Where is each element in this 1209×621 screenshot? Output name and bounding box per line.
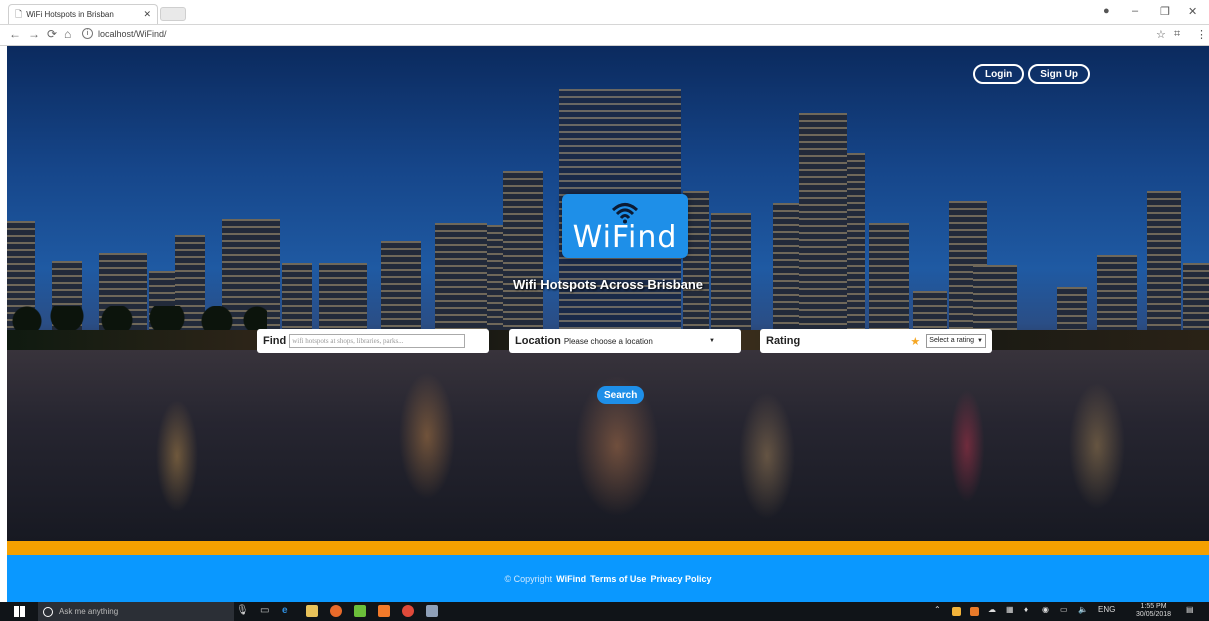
river-reflection (7, 346, 1209, 541)
tab-title: WiFi Hotspots in Brisban (26, 10, 114, 19)
cortana-icon (43, 606, 53, 617)
info-icon[interactable]: i (82, 28, 93, 39)
edge-icon[interactable]: e (282, 605, 288, 616)
skyline-building (319, 263, 367, 331)
menu-icon[interactable]: ⋮ (1196, 28, 1207, 41)
tray-app-icon[interactable]: ♦ (1024, 605, 1028, 614)
browser-tabstrip: 🗋 WiFi Hotspots in Brisban ✕ ● – ❐ ✕ (0, 0, 1209, 25)
browser-tab[interactable]: 🗋 WiFi Hotspots in Brisban ✕ (8, 4, 158, 24)
location-label: Location (515, 335, 561, 347)
rating-select[interactable]: Select a rating ▼ (926, 334, 986, 348)
language-indicator[interactable]: ENG (1098, 605, 1115, 614)
chrome-icon[interactable] (402, 605, 414, 617)
privacy-link[interactable]: Privacy Policy (650, 574, 711, 584)
skyline-building (1057, 287, 1087, 331)
close-tab-icon[interactable]: ✕ (143, 9, 151, 20)
location-panel: Location Please choose a location ▼ (509, 329, 741, 353)
new-tab-button[interactable] (160, 7, 186, 21)
app-icon[interactable] (426, 605, 438, 617)
file-explorer-icon[interactable] (306, 605, 318, 617)
chevron-down-icon: ▼ (709, 338, 715, 344)
signup-button[interactable]: Sign Up (1028, 64, 1090, 84)
skyline-tower (799, 113, 847, 331)
microphone-icon[interactable]: 🎙 (236, 605, 249, 616)
people-icon[interactable]: ⌃ (934, 605, 941, 614)
hero-banner: Login Sign Up WiFind Wifi Hotspots Acros… (7, 46, 1209, 541)
tray-app-icon[interactable]: ▦ (1006, 605, 1014, 614)
star-icon: ★ (910, 335, 921, 348)
system-clock[interactable]: 1:55 PM 30/05/2018 (1136, 603, 1171, 619)
footer-brand-link[interactable]: WiFind (556, 574, 586, 584)
find-label: Find (263, 335, 287, 347)
volume-icon[interactable]: 🔈 (1078, 605, 1088, 614)
login-button[interactable]: Login (973, 64, 1025, 84)
windows-start-icon[interactable] (14, 606, 25, 617)
terms-link[interactable]: Terms of Use (590, 574, 646, 584)
skyline-building (1097, 255, 1137, 331)
tray-app-icon[interactable] (970, 607, 979, 616)
task-view-icon[interactable]: ▭ (260, 605, 269, 616)
auth-buttons: Login Sign Up (973, 64, 1090, 84)
profile-icon[interactable]: ● (1103, 5, 1110, 17)
search-button[interactable]: Search (597, 386, 645, 404)
cortana-placeholder: Ask me anything (59, 607, 119, 616)
cortana-search[interactable]: Ask me anything (38, 602, 234, 621)
footer-accent-bar (7, 541, 1209, 555)
back-icon[interactable]: ← (9, 27, 21, 41)
skyline-building (711, 213, 751, 331)
skyline-building (913, 291, 947, 331)
cast-icon[interactable]: ⌗ (1174, 28, 1180, 41)
skyline-building (1147, 191, 1181, 331)
close-window-icon[interactable]: ✕ (1188, 5, 1197, 18)
rating-label: Rating (766, 335, 801, 347)
rating-panel: Rating ★ Select a rating ▼ (760, 329, 992, 353)
xampp-icon[interactable] (378, 605, 390, 617)
skyline-building (973, 265, 1017, 331)
chevron-down-icon: ▼ (977, 338, 983, 344)
minimize-icon[interactable]: – (1132, 5, 1138, 17)
network-icon[interactable]: ▭ (1060, 605, 1068, 614)
skyline-building (1183, 263, 1209, 331)
url-text: localhost/WiFind/ (98, 28, 167, 39)
skyline-building (503, 171, 543, 331)
skyline-building (847, 153, 865, 331)
tray-app-icon[interactable]: ◉ (1042, 605, 1049, 614)
clock-time: 1:55 PM (1140, 603, 1167, 610)
bookmark-star-icon[interactable]: ☆ (1156, 28, 1166, 41)
location-select[interactable]: Please choose a location ▼ (564, 337, 735, 346)
logo-text: WiFind (572, 220, 678, 255)
restore-icon[interactable]: ❐ (1160, 5, 1170, 18)
skyline-building (282, 263, 312, 331)
notepad-icon[interactable] (354, 605, 366, 617)
onedrive-icon[interactable]: ☁ (988, 605, 996, 614)
address-bar: ← → ⟳ ⌂ i localhost/WiFind/ ☆ ⌗ ⋮ (0, 25, 1209, 46)
home-icon[interactable]: ⌂ (64, 27, 71, 41)
tray-app-icon[interactable] (952, 607, 961, 616)
clock-date: 30/05/2018 (1136, 611, 1172, 618)
wifind-logo: WiFind (562, 194, 688, 258)
url-field[interactable]: i localhost/WiFind/ (82, 28, 167, 39)
footer: © Copyright WiFind Terms of Use Privacy … (7, 555, 1209, 602)
page-icon: 🗋 (15, 8, 23, 19)
find-panel: Find (257, 329, 489, 353)
find-input[interactable] (289, 334, 466, 348)
location-value: Please choose a location (563, 336, 653, 346)
reload-icon[interactable]: ⟳ (47, 27, 57, 41)
windows-taskbar: Ask me anything 🎙 ▭ e ⌃ ☁ ▦ ♦ ◉ ▭ 🔈 ENG … (0, 602, 1209, 621)
copyright-text: © Copyright (504, 573, 553, 584)
notifications-icon[interactable]: ▤ (1186, 605, 1194, 614)
rating-value: Select a rating (929, 337, 975, 344)
skyline-building (773, 203, 799, 331)
firefox-icon[interactable] (330, 605, 342, 617)
tagline: Wifi Hotspots Across Brisbane (512, 277, 704, 292)
forward-icon[interactable]: → (28, 27, 40, 41)
